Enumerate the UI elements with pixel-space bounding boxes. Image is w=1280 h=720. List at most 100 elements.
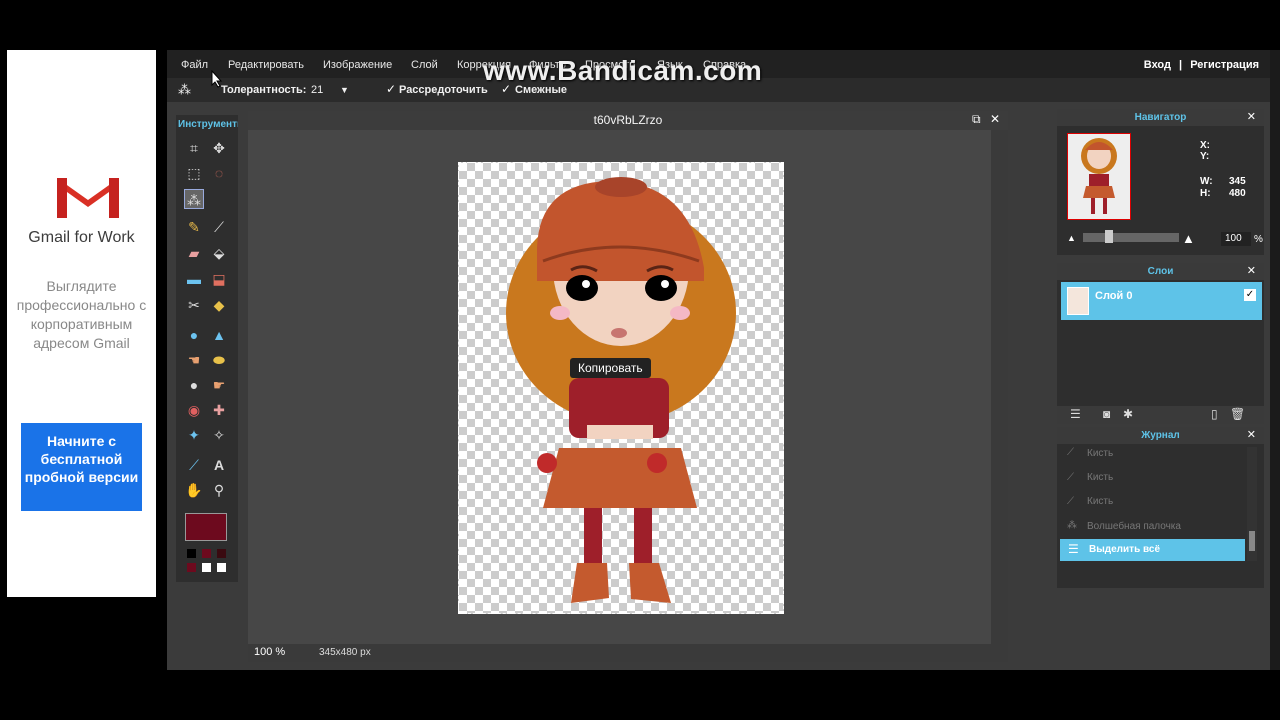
eraser-icon[interactable]: ▰ <box>184 243 204 263</box>
layers-close-icon[interactable]: ✕ <box>1247 263 1256 280</box>
new-layer-icon[interactable]: ▯ <box>1211 407 1218 421</box>
history-item[interactable]: Кисть <box>1087 472 1113 483</box>
red-eye-icon[interactable]: ◉ <box>184 400 204 420</box>
ad-cta-button[interactable]: Начните с бесплатной пробной версии <box>21 423 142 511</box>
layer-mask-icon[interactable]: ◙ <box>1103 407 1110 421</box>
magic-wand-icon: ⁂ <box>178 82 191 97</box>
login-link[interactable]: Вход <box>1144 59 1171 71</box>
navigator-zoom-handle[interactable] <box>1105 230 1113 243</box>
foreground-color-swatch[interactable] <box>185 513 227 541</box>
antialias-checkbox[interactable]: ✓ <box>386 82 396 96</box>
navigator-thumbnail[interactable] <box>1067 133 1131 220</box>
navigator-close-icon[interactable]: ✕ <box>1247 109 1256 126</box>
shapes-icon[interactable]: ◆ <box>209 295 229 315</box>
zoom-level[interactable]: 100 % <box>254 646 285 658</box>
page-scrollbar[interactable] <box>1270 50 1280 670</box>
close-icon[interactable]: ✕ <box>990 112 1000 126</box>
bucket-icon[interactable]: ⬙ <box>209 243 229 263</box>
canvas-area[interactable] <box>248 130 991 644</box>
move-icon[interactable]: ✥ <box>209 138 229 158</box>
hand-icon[interactable]: ✋ <box>184 480 204 500</box>
swatch-black[interactable] <box>187 549 196 558</box>
register-link[interactable]: Регистрация <box>1190 59 1259 71</box>
canvas-status-bar: 100 % 345x480 px <box>248 644 1008 662</box>
maximize-icon[interactable]: ⧉ <box>972 112 981 126</box>
history-item[interactable]: Кисть <box>1087 448 1113 459</box>
history-item[interactable]: Кисть <box>1087 496 1113 507</box>
canvas-window-controls: ⧉ ✕ <box>972 112 1000 127</box>
layers-toolbar: ☰ ◙ ✱ ▯ 🗑 <box>1057 406 1264 424</box>
layer-styles-icon[interactable]: ✱ <box>1123 407 1133 421</box>
brush-icon[interactable]: ⟋ <box>209 217 229 237</box>
trash-icon[interactable]: 🗑 <box>1230 407 1245 421</box>
menu-layer[interactable]: Слой <box>411 59 438 71</box>
magic-wand-tool-icon[interactable]: ⁂ <box>184 189 204 209</box>
text-tool-icon[interactable]: A <box>209 455 229 475</box>
dodge-icon[interactable]: ☛ <box>209 375 229 395</box>
ad-text: Выглядите профессионально с корпоративны… <box>16 278 147 351</box>
nav-h-value: 480 <box>1229 188 1246 199</box>
tolerance-label: Толерантность: <box>221 84 307 96</box>
spot-heal-icon[interactable]: ✚ <box>209 400 229 420</box>
canvas-vertical-scrollbar[interactable] <box>991 130 1008 644</box>
layer-row[interactable]: Слой 0 ✓ <box>1061 282 1262 320</box>
pinch-icon[interactable]: ✧ <box>209 425 229 445</box>
navigator-zoom-input[interactable]: 100 <box>1221 232 1251 246</box>
video-letterbox-bottom <box>0 670 1280 720</box>
swatch-dark-red[interactable] <box>202 549 211 558</box>
stamp-icon[interactable]: ⬓ <box>209 269 229 289</box>
gradient-icon[interactable]: ▬ <box>184 269 204 289</box>
burn-icon[interactable]: ● <box>184 375 204 395</box>
navigator-thumbnail-image <box>1081 138 1117 214</box>
navigator-zoom-slider[interactable] <box>1083 233 1179 242</box>
zoom-icon[interactable]: ⚲ <box>209 480 229 500</box>
history-close-icon[interactable]: ✕ <box>1247 427 1256 444</box>
nav-h-label: H: <box>1200 188 1211 199</box>
swatch-white[interactable] <box>202 563 211 572</box>
video-letterbox-top <box>0 0 1280 50</box>
zoom-out-icon[interactable]: ▲ <box>1067 233 1076 243</box>
antialias-label: Рассредоточить <box>399 84 488 96</box>
history-item[interactable]: Волшебная палочка <box>1087 521 1181 532</box>
swatch-darker-red[interactable] <box>217 549 226 558</box>
page-gutter <box>156 50 167 670</box>
image-canvas[interactable] <box>458 162 784 614</box>
layers-title: Слои <box>1057 263 1264 280</box>
crop-icon[interactable]: ⌗ <box>184 138 204 158</box>
menu-image[interactable]: Изображение <box>323 59 392 71</box>
character-image <box>506 177 736 603</box>
canvas-title: t60vRbLZrzo <box>248 111 1008 130</box>
menu-edit[interactable]: Редактировать <box>228 59 304 71</box>
sharpen-icon[interactable]: ▲ <box>209 325 229 345</box>
zoom-in-icon[interactable]: ▲ <box>1182 231 1195 246</box>
copy-tooltip: Копировать <box>570 358 651 378</box>
swatch-white-2[interactable] <box>217 563 226 572</box>
layer-visibility-checkbox[interactable]: ✓ <box>1244 289 1256 301</box>
history-panel: Журнал ✕ ⟋ Кисть ⟋ Кисть ⟋ Кисть ⁂ Волше… <box>1057 427 1264 588</box>
menu-file[interactable]: Файл <box>181 59 208 71</box>
color-picker-icon[interactable]: ⟋ <box>184 455 204 475</box>
layer-settings-icon[interactable]: ☰ <box>1070 407 1081 421</box>
chevron-down-icon[interactable]: ▼ <box>340 85 349 95</box>
nav-w-value: 345 <box>1229 176 1246 187</box>
marquee-icon[interactable]: ⬚ <box>184 163 204 183</box>
history-item-active[interactable]: ☰ Выделить всё <box>1060 539 1245 561</box>
select-all-icon: ☰ <box>1068 542 1079 556</box>
blur-icon[interactable]: ● <box>184 325 204 345</box>
ad-banner[interactable]: Gmail for Work Выглядите профессионально… <box>7 50 156 597</box>
zoom-value[interactable]: 100 <box>254 646 272 658</box>
sponge-icon[interactable]: ⬬ <box>209 350 229 370</box>
pencil-icon[interactable]: ✎ <box>184 217 204 237</box>
tolerance-input[interactable]: 21 <box>311 84 323 96</box>
nav-w-label: W: <box>1200 176 1213 187</box>
swatch-red[interactable] <box>187 563 196 572</box>
history-scroll-thumb[interactable] <box>1249 531 1255 551</box>
smudge-icon[interactable]: ☚ <box>184 350 204 370</box>
bandicam-watermark: www.Bandicam.com <box>483 55 763 86</box>
color-replace-icon[interactable]: ✂ <box>184 295 204 315</box>
history-scrollbar[interactable] <box>1247 447 1257 561</box>
bloat-icon[interactable]: ✦ <box>184 425 204 445</box>
brush-icon: ⟋ <box>1067 472 1074 483</box>
lasso-icon[interactable]: ◌ <box>209 163 229 183</box>
navigator-zoom-unit: % <box>1254 234 1263 245</box>
